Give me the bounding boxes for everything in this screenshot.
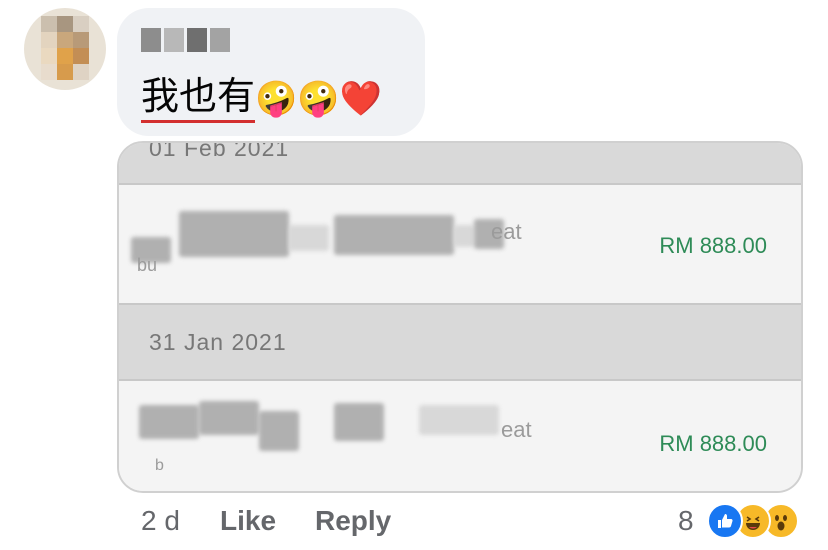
- redacted-text: [259, 411, 299, 451]
- redacted-text: [419, 405, 499, 435]
- faint-text: bu: [137, 255, 158, 275]
- comment-text-cjk: 我也有: [141, 74, 256, 123]
- redacted-text: [334, 403, 384, 441]
- redacted-text: [199, 401, 259, 435]
- zany-face-emoji: 🤪: [297, 78, 340, 119]
- reaction-summary[interactable]: [707, 503, 807, 539]
- like-icon: [707, 503, 743, 539]
- faint-text: eat: [491, 219, 522, 244]
- reply-button[interactable]: Reply: [315, 505, 391, 537]
- redacted-text: [289, 225, 329, 251]
- faint-text: b: [155, 457, 164, 474]
- comment-actions: 2 d Like Reply 8: [0, 503, 828, 543]
- redacted-text: [454, 225, 474, 247]
- transaction-amount: RM 888.00: [659, 233, 767, 258]
- comment-age[interactable]: 2 d: [141, 505, 180, 537]
- reaction-count[interactable]: 8: [678, 505, 694, 537]
- redacted-text: [334, 215, 454, 255]
- commenter-name-redacted[interactable]: [141, 28, 230, 52]
- date-header: 01 Feb 2021: [119, 143, 801, 183]
- comment-text: 我也有🤪🤪❤️: [141, 74, 383, 123]
- comment-bubble: 我也有🤪🤪❤️: [117, 8, 425, 136]
- like-button[interactable]: Like: [220, 505, 276, 537]
- transaction-row: eat b RM 888.00: [119, 381, 801, 491]
- zany-face-emoji: 🤪: [255, 78, 298, 119]
- redacted-text: [179, 211, 289, 257]
- date-header: 31 Jan 2021: [119, 305, 801, 379]
- date-label: 31 Jan 2021: [149, 329, 287, 355]
- redacted-text: [139, 405, 199, 439]
- transaction-row: eat bu RM 888.00: [119, 185, 801, 303]
- transaction-amount: RM 888.00: [659, 431, 767, 456]
- red-heart-emoji: ❤️: [339, 78, 383, 119]
- avatar[interactable]: [24, 8, 106, 90]
- attached-image[interactable]: 01 Feb 2021 eat bu RM 888.00 31 Jan 2021…: [117, 141, 803, 493]
- faint-text: eat: [501, 417, 532, 442]
- date-label: 01 Feb 2021: [149, 141, 290, 161]
